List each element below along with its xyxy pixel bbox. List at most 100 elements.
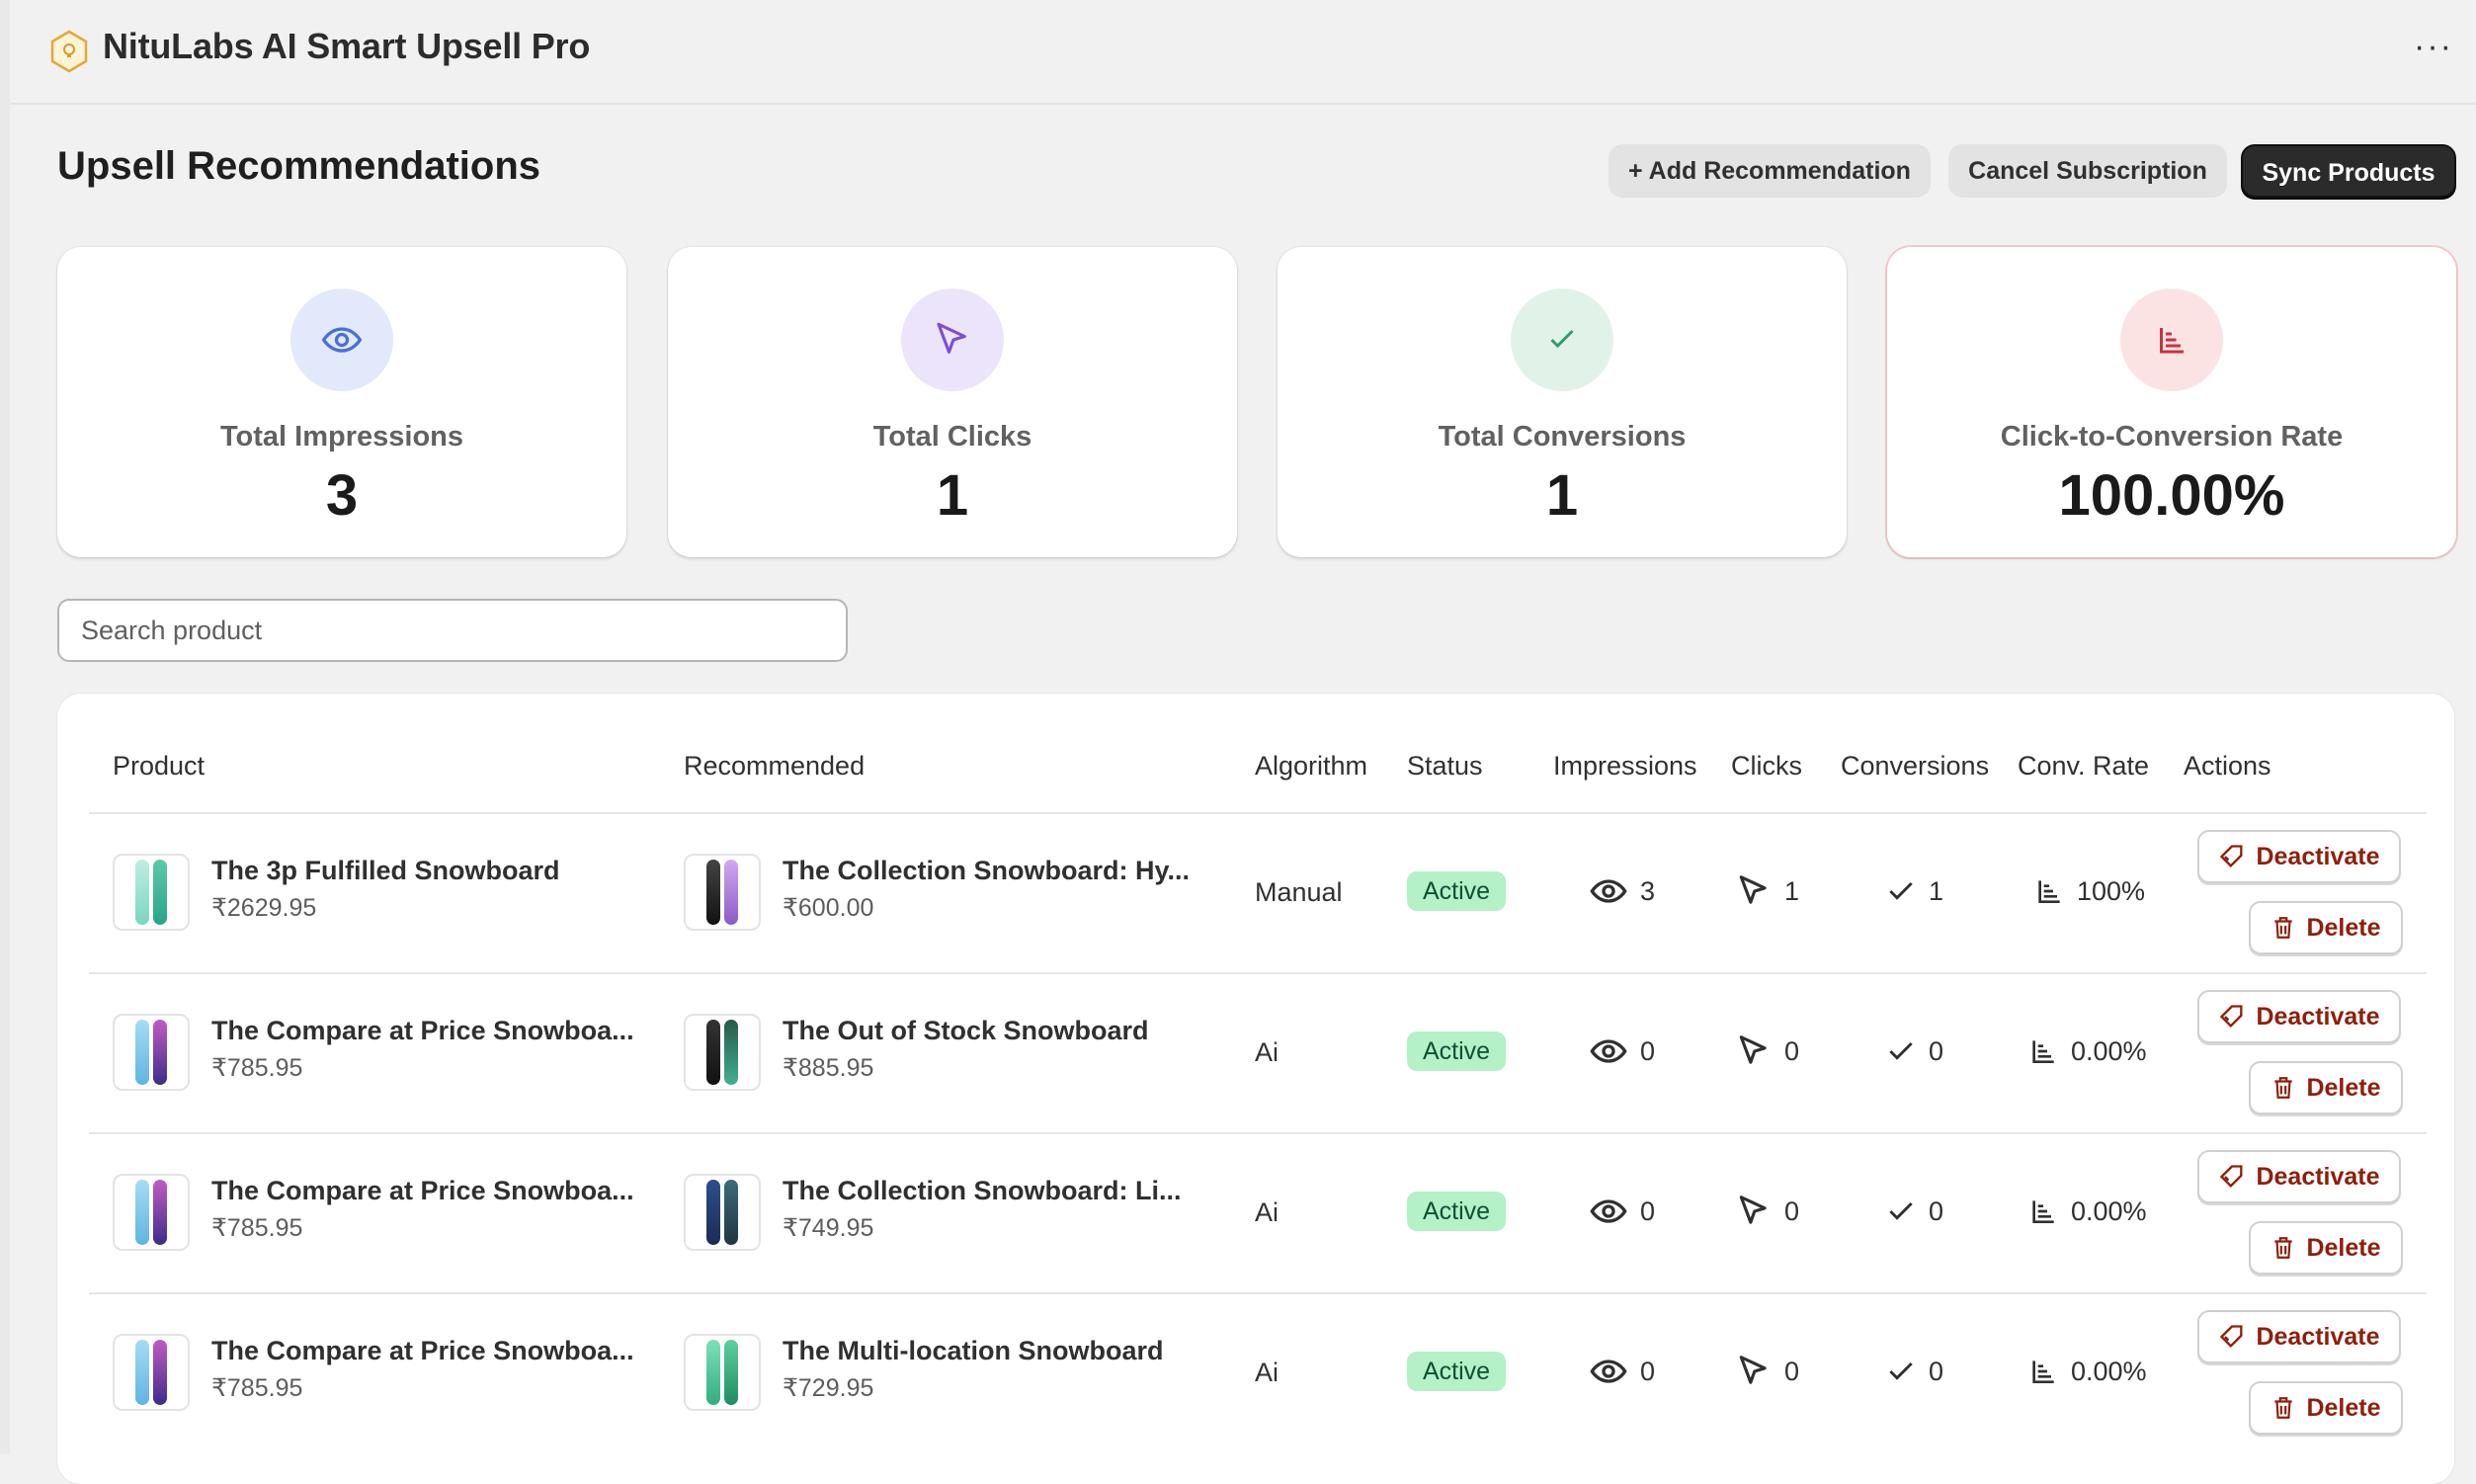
delete-button[interactable]: Delete bbox=[2249, 1221, 2403, 1275]
deactivate-label: Deactivate bbox=[2256, 1323, 2379, 1352]
conversions-metric: 1 bbox=[1885, 871, 1943, 911]
product-name: The Compare at Price Snowboa... bbox=[211, 1336, 634, 1366]
recommended-thumbnail bbox=[684, 1334, 761, 1411]
impressions-metric: 0 bbox=[1589, 1192, 1655, 1231]
add-recommendation-button[interactable]: + Add Recommendation bbox=[1609, 144, 1931, 198]
stat-value: 100.00% bbox=[1887, 462, 2456, 529]
conversions-metric: 0 bbox=[1885, 1192, 1943, 1231]
deactivate-button[interactable]: Deactivate bbox=[2197, 830, 2401, 883]
trash-icon bbox=[2270, 1235, 2296, 1261]
check-icon bbox=[1885, 1195, 1917, 1227]
stat-label: Click-to-Conversion Rate bbox=[1887, 421, 2456, 453]
impressions-metric: 0 bbox=[1589, 1352, 1655, 1391]
column-header-algorithm: Algorithm bbox=[1255, 751, 1367, 782]
product-thumbnail bbox=[113, 1334, 190, 1411]
column-header-recommended: Recommended bbox=[684, 751, 865, 782]
conv-rate-value: 0.00% bbox=[2071, 1357, 2147, 1387]
bar-chart-icon bbox=[2120, 289, 2223, 391]
deactivate-label: Deactivate bbox=[2256, 843, 2379, 871]
status-badge: Active bbox=[1407, 871, 1506, 911]
clicks-metric: 0 bbox=[1735, 1192, 1799, 1231]
algorithm-label: Ai bbox=[1255, 1037, 1279, 1068]
stat-value: 1 bbox=[668, 462, 1237, 529]
eye-icon bbox=[1589, 1352, 1628, 1391]
stat-value: 3 bbox=[57, 462, 626, 529]
page-edge bbox=[0, 0, 10, 1454]
recommended-price: ₹729.95 bbox=[783, 1373, 873, 1403]
conv-rate-value: 0.00% bbox=[2071, 1196, 2147, 1227]
impressions-value: 0 bbox=[1640, 1036, 1655, 1067]
check-icon bbox=[1885, 1356, 1917, 1387]
recommended-price: ₹600.00 bbox=[783, 893, 873, 923]
clicks-value: 1 bbox=[1784, 876, 1799, 907]
product-thumbnail bbox=[113, 1174, 190, 1251]
delete-button[interactable]: Delete bbox=[2249, 901, 2403, 954]
tag-icon bbox=[2218, 1003, 2246, 1031]
product-thumbnail bbox=[113, 854, 190, 931]
cursor-icon bbox=[1735, 1193, 1773, 1230]
column-header-status: Status bbox=[1407, 751, 1483, 782]
deactivate-button[interactable]: Deactivate bbox=[2197, 1150, 2401, 1203]
table-row: The 3p Fulfilled Snowboard ₹2629.95 The … bbox=[89, 812, 2427, 974]
conv-rate-metric: 0.00% bbox=[2027, 1031, 2147, 1071]
impressions-metric: 3 bbox=[1589, 871, 1655, 911]
conv-rate-value: 100% bbox=[2077, 876, 2145, 907]
search-input[interactable] bbox=[57, 599, 848, 662]
trash-icon bbox=[2270, 915, 2296, 941]
impressions-value: 3 bbox=[1640, 876, 1655, 907]
status-badge: Active bbox=[1407, 1192, 1506, 1231]
product-price: ₹785.95 bbox=[211, 1053, 302, 1083]
stat-label: Total Impressions bbox=[57, 421, 626, 453]
eye-icon bbox=[1589, 1031, 1628, 1071]
cancel-subscription-button[interactable]: Cancel Subscription bbox=[1948, 144, 2227, 198]
app-header: NituLabs AI Smart Upsell Pro ··· bbox=[10, 0, 2476, 105]
algorithm-label: Ai bbox=[1255, 1197, 1279, 1228]
product-name: The 3p Fulfilled Snowboard bbox=[211, 856, 560, 886]
check-icon bbox=[1511, 289, 1613, 391]
delete-button[interactable]: Delete bbox=[2249, 1381, 2403, 1435]
trash-icon bbox=[2270, 1075, 2296, 1101]
recommended-thumbnail bbox=[684, 1014, 761, 1091]
cursor-icon bbox=[1735, 1032, 1773, 1070]
eye-icon bbox=[1589, 871, 1628, 911]
conversions-value: 1 bbox=[1929, 876, 1943, 907]
column-header-conv-rate: Conv. Rate bbox=[2018, 751, 2149, 782]
more-options-button[interactable]: ··· bbox=[2409, 32, 2458, 71]
eye-icon bbox=[1589, 1192, 1628, 1231]
deactivate-label: Deactivate bbox=[2256, 1163, 2379, 1192]
deactivate-button[interactable]: Deactivate bbox=[2197, 990, 2401, 1043]
sync-products-button[interactable]: Sync Products bbox=[2241, 144, 2456, 198]
recommended-price: ₹885.95 bbox=[783, 1053, 873, 1083]
app-logo-icon bbox=[49, 30, 89, 73]
check-icon bbox=[1885, 1035, 1917, 1067]
algorithm-label: Ai bbox=[1255, 1358, 1279, 1388]
column-header-product: Product bbox=[113, 751, 205, 782]
conv-rate-metric: 0.00% bbox=[2027, 1352, 2147, 1391]
delete-label: Delete bbox=[2306, 1234, 2380, 1263]
page-title: Upsell Recommendations bbox=[57, 144, 540, 189]
stat-card-impressions: Total Impressions 3 bbox=[57, 247, 626, 557]
stat-label: Total Conversions bbox=[1278, 421, 1847, 453]
bar-chart-icon bbox=[2027, 1195, 2059, 1227]
impressions-metric: 0 bbox=[1589, 1031, 1655, 1071]
deactivate-label: Deactivate bbox=[2256, 1003, 2379, 1031]
conversions-metric: 0 bbox=[1885, 1031, 1943, 1071]
recommended-thumbnail bbox=[684, 854, 761, 931]
stat-card-conversion-rate: Click-to-Conversion Rate 100.00% bbox=[1887, 247, 2456, 557]
conv-rate-metric: 0.00% bbox=[2027, 1192, 2147, 1231]
product-price: ₹785.95 bbox=[211, 1213, 302, 1243]
table-row: The Compare at Price Snowboa... ₹785.95 … bbox=[89, 972, 2427, 1134]
impressions-value: 0 bbox=[1640, 1357, 1655, 1387]
delete-button[interactable]: Delete bbox=[2249, 1061, 2403, 1114]
product-thumbnail bbox=[113, 1014, 190, 1091]
stat-card-conversions: Total Conversions 1 bbox=[1278, 247, 1847, 557]
conv-rate-value: 0.00% bbox=[2071, 1036, 2147, 1067]
clicks-metric: 0 bbox=[1735, 1031, 1799, 1071]
status-badge: Active bbox=[1407, 1031, 1506, 1071]
product-name: The Compare at Price Snowboa... bbox=[211, 1176, 634, 1206]
deactivate-button[interactable]: Deactivate bbox=[2197, 1310, 2401, 1363]
column-header-conversions: Conversions bbox=[1841, 751, 1989, 782]
conv-rate-metric: 100% bbox=[2033, 871, 2145, 911]
clicks-value: 0 bbox=[1784, 1357, 1799, 1387]
recommended-name: The Collection Snowboard: Hy... bbox=[783, 856, 1190, 886]
